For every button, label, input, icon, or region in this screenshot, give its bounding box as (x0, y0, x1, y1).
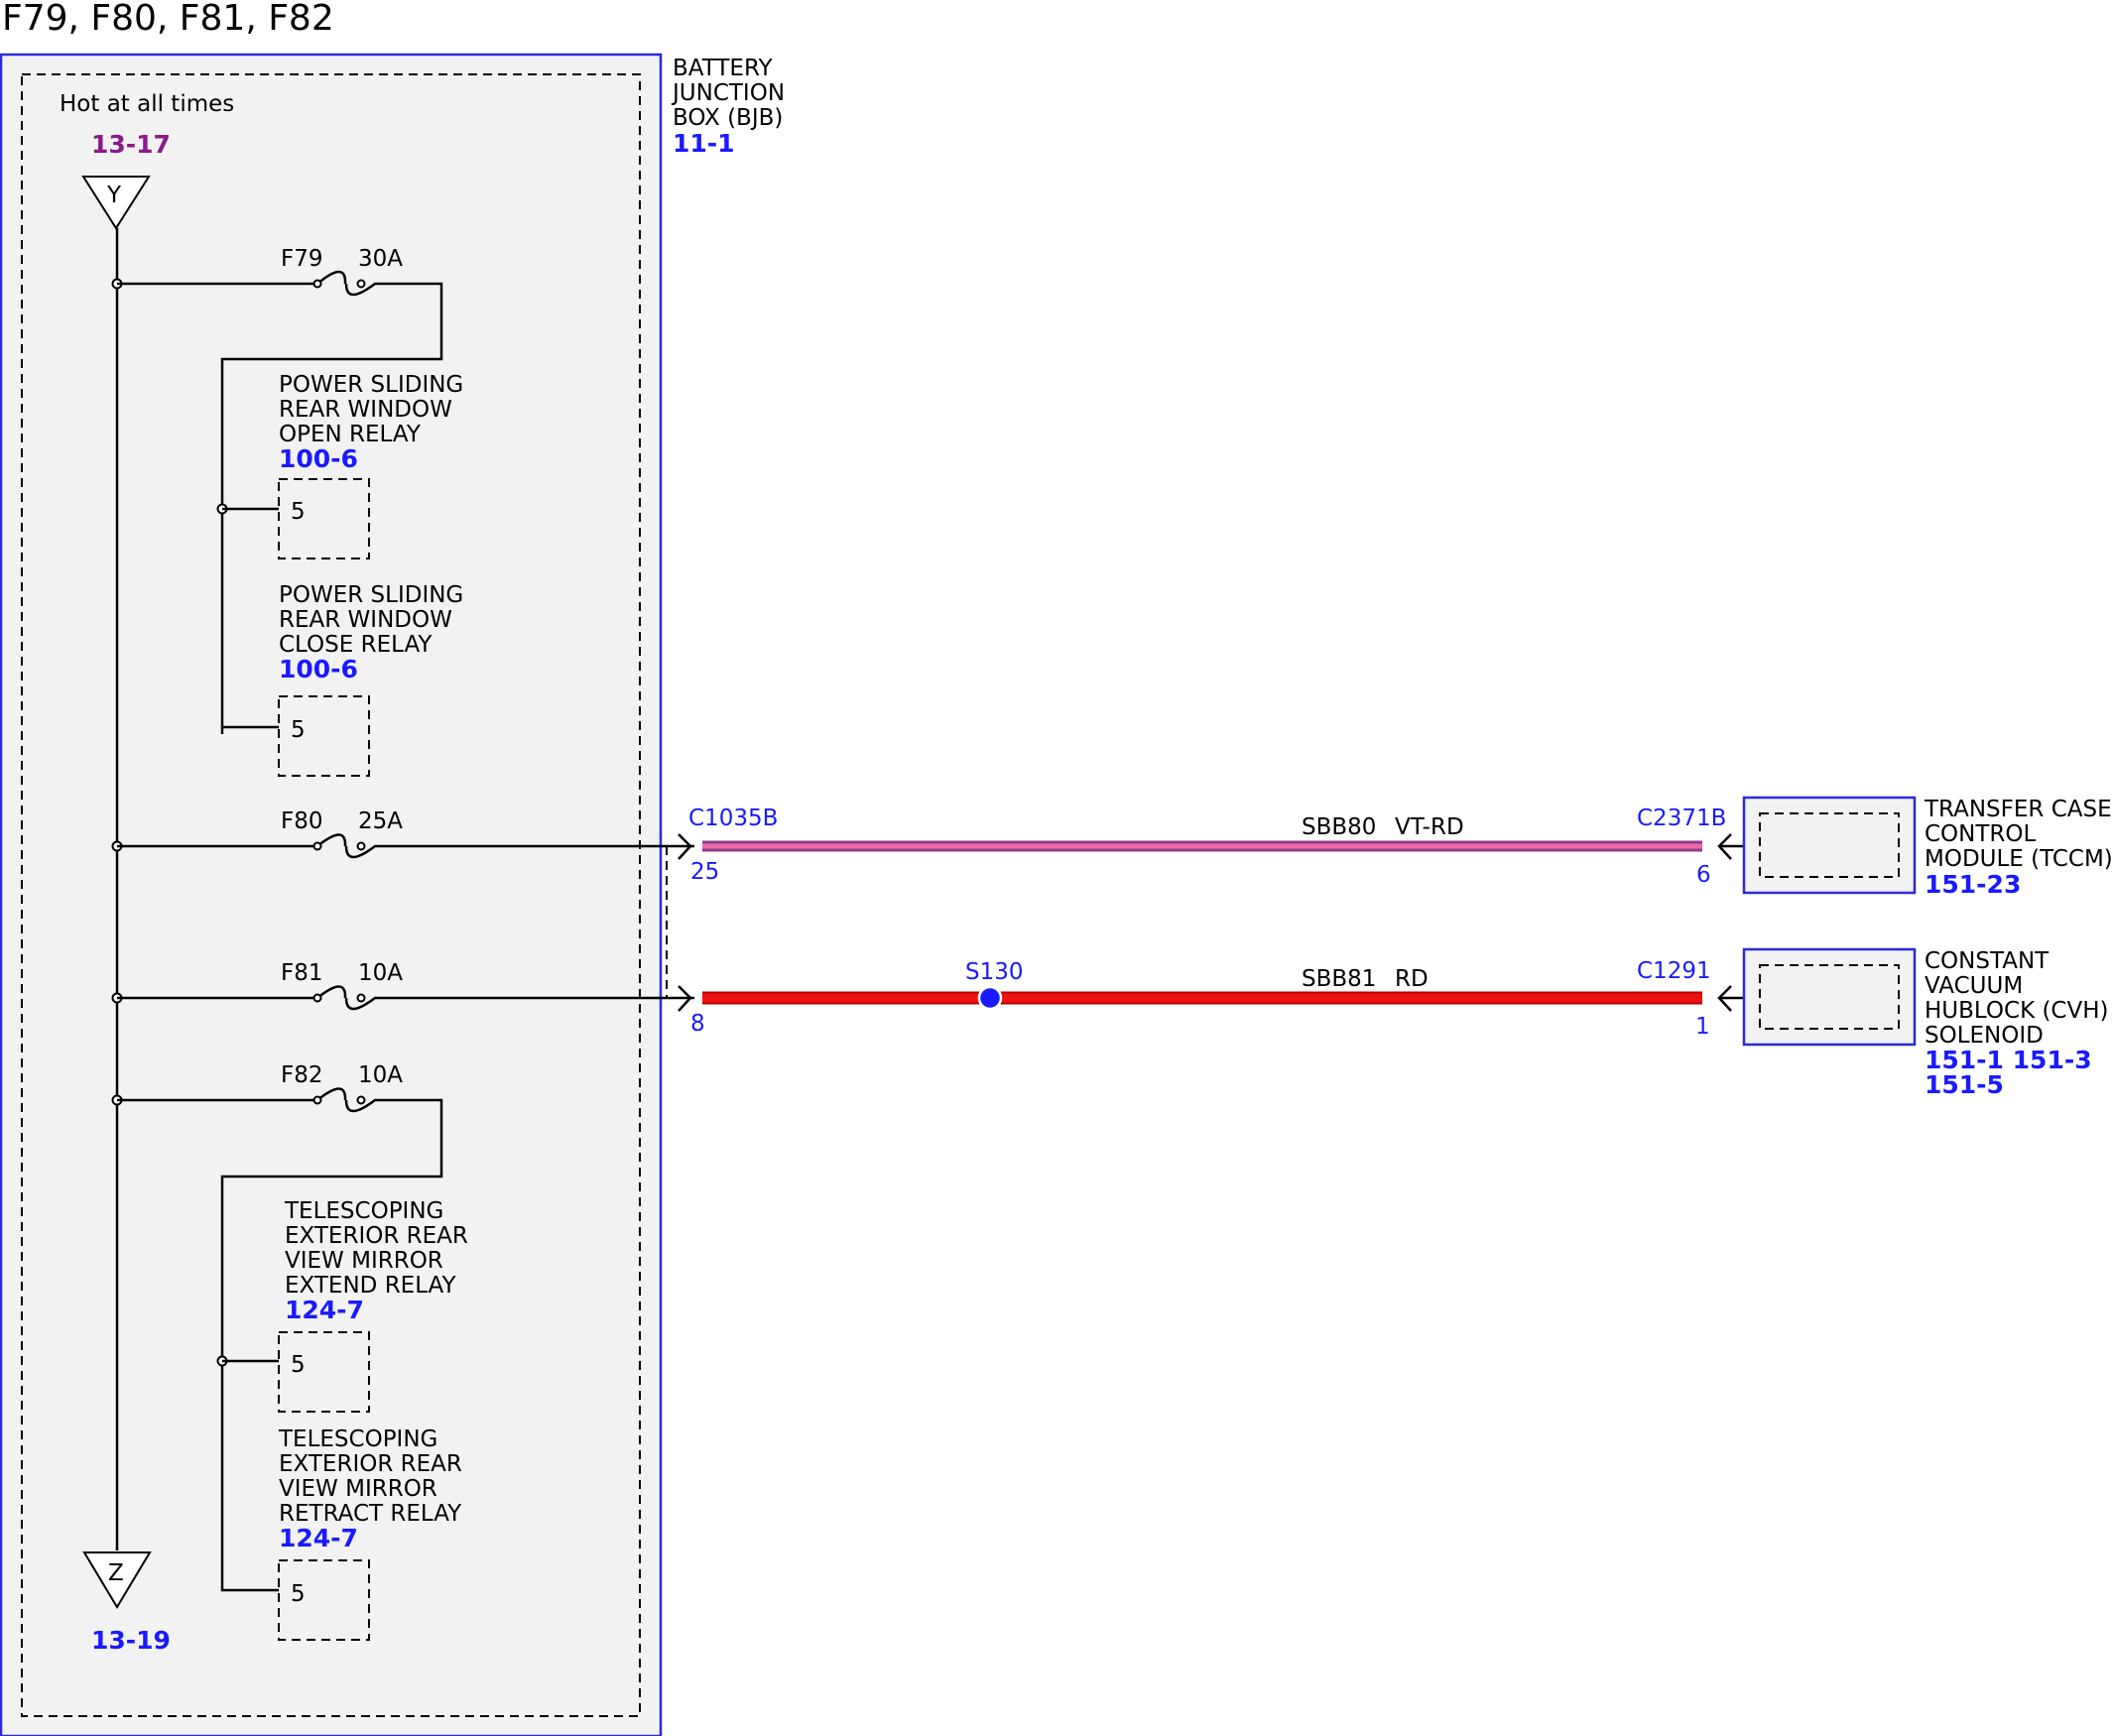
wiring-diagram: F79, F80, F81, F82 BATTERY JUNCTION BOX … (0, 0, 2113, 1736)
tccm-component: TRANSFER CASE CONTROL MODULE (TCCM) 151-… (1742, 796, 2113, 899)
cvh-line-2: VACUUM (1925, 973, 2023, 999)
relay-open-line-1: POWER SLIDING (279, 372, 463, 398)
relay-close-pin: 5 (291, 717, 306, 743)
fuse-f81-rating: 10A (358, 960, 403, 986)
sbb80-from-pin: 25 (690, 859, 719, 885)
relay-retract-line-3: VIEW MIRROR (279, 1476, 437, 1502)
sbb81-from-pin: 8 (690, 1011, 705, 1037)
sbb80-from-connector: C1035B (688, 806, 778, 831)
fuse-f80-id: F80 (281, 808, 323, 834)
tccm-ref: 151-23 (1925, 870, 2021, 899)
cvh-ref-2: 151-5 (1925, 1070, 2004, 1099)
sbb81-color-code: RD (1395, 966, 1429, 992)
splice-s130-dot (977, 985, 1003, 1011)
bjb-label-line-1: BATTERY (673, 56, 773, 81)
sbb80-color-code: VT-RD (1395, 814, 1464, 840)
relay-retract-pin: 5 (291, 1581, 306, 1607)
relay-close-ref: 100-6 (279, 655, 358, 683)
relay-open-ref: 100-6 (279, 444, 358, 473)
relay-extend-line-2: EXTERIOR REAR (285, 1223, 468, 1249)
bjb-label: BATTERY JUNCTION BOX (BJB) 11-1 (671, 56, 785, 158)
tccm-line-3: MODULE (TCCM) (1925, 846, 2113, 872)
relay-retract-ref: 124-7 (279, 1524, 358, 1552)
fuse-f79-id: F79 (281, 246, 323, 272)
relay-open-pin: 5 (291, 499, 306, 525)
end-symbol: Z (108, 1560, 124, 1586)
end-ref: 13-19 (91, 1626, 171, 1655)
relay-close-line-1: POWER SLIDING (279, 582, 463, 608)
relay-extend-pin: 5 (291, 1352, 306, 1378)
splice-s130-label: S130 (965, 959, 1024, 985)
fuse-f79-rating: 30A (358, 246, 403, 272)
cvh-component: CONSTANT VACUUM HUBLOCK (CVH) SOLENOID 1… (1742, 947, 2109, 1099)
fuse-f81-id: F81 (281, 960, 323, 986)
relay-close-line-2: REAR WINDOW (279, 607, 452, 633)
fuse-f82-id: F82 (281, 1062, 323, 1088)
circuit-sbb80: C1035B 25 SBB80 VT-RD C2371B 6 (688, 806, 1760, 888)
sbb81-to-connector: C1291 (1637, 958, 1711, 984)
tccm-line-2: CONTROL (1925, 821, 2037, 847)
sbb81-circuit-id: SBB81 (1302, 966, 1376, 992)
bjb-label-line-2: JUNCTION (671, 80, 785, 106)
cvh-line-3: HUBLOCK (CVH) (1925, 998, 2109, 1024)
sbb80-to-pin: 6 (1696, 862, 1711, 888)
bjb-label-line-3: BOX (BJB) (673, 105, 783, 131)
fuse-f82-rating: 10A (358, 1062, 403, 1088)
source-symbol: Y (106, 183, 122, 208)
sbb81-to-pin: 1 (1695, 1014, 1710, 1040)
source-ref: 13-17 (91, 130, 171, 159)
page-title: F79, F80, F81, F82 (2, 0, 334, 39)
relay-extend-line-1: TELESCOPING (284, 1198, 443, 1224)
hot-label: Hot at all times (60, 91, 234, 117)
sbb80-circuit-id: SBB80 (1302, 814, 1376, 840)
fuse-f80-rating: 25A (358, 808, 403, 834)
relay-open-line-2: REAR WINDOW (279, 397, 452, 423)
bjb-ref: 11-1 (673, 129, 735, 158)
relay-retract-line-2: EXTERIOR REAR (279, 1451, 462, 1477)
circuit-sbb81: 8 S130 SBB81 RD C1291 1 (690, 958, 1760, 1040)
tccm-line-1: TRANSFER CASE (1924, 797, 2112, 822)
relay-extend-ref: 124-7 (285, 1296, 364, 1324)
relay-retract-line-1: TELESCOPING (278, 1426, 437, 1452)
cvh-line-1: CONSTANT (1925, 948, 2050, 974)
sbb80-to-connector: C2371B (1637, 806, 1726, 831)
relay-extend-line-3: VIEW MIRROR (285, 1248, 443, 1274)
